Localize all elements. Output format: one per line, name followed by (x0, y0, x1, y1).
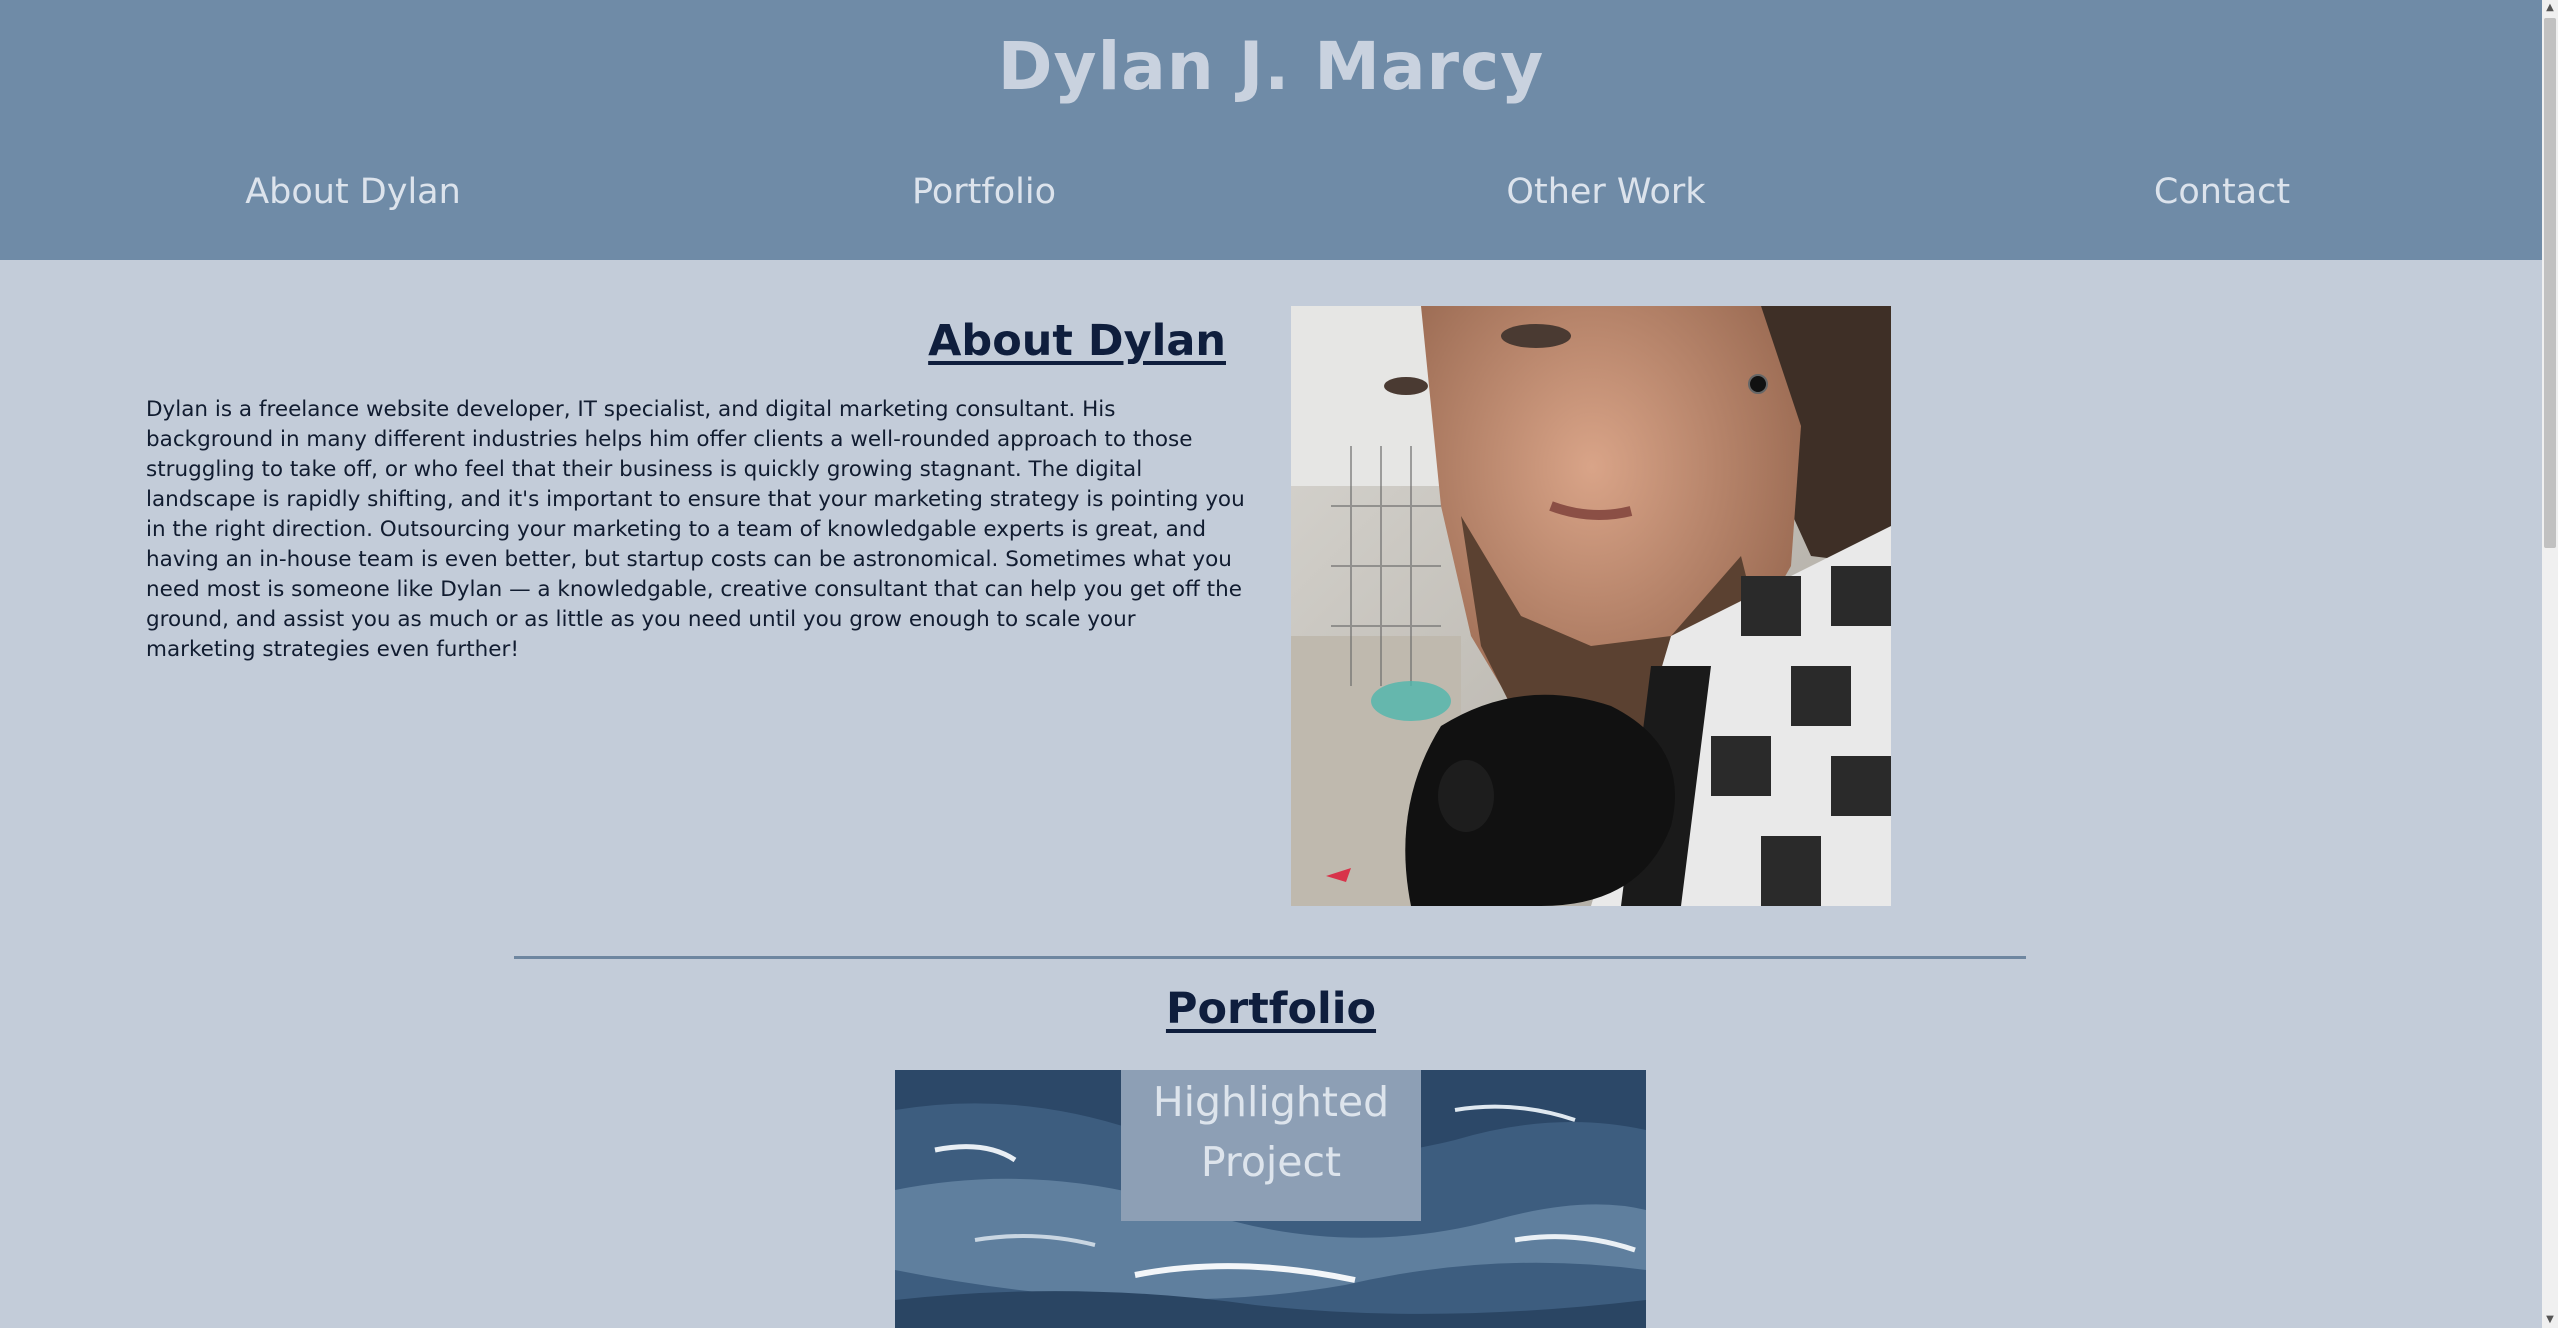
main-nav: About Dylan Portfolio Other Work Contact (0, 172, 2542, 228)
nav-about-dylan[interactable]: About Dylan (153, 172, 553, 212)
project-label-line1: Highlighted (1152, 1078, 1390, 1126)
highlighted-project-card[interactable]: Highlighted Project (895, 1070, 1646, 1328)
site-header: Dylan J. Marcy About Dylan Portfolio Oth… (0, 0, 2542, 260)
about-heading: About Dylan (928, 316, 1226, 366)
portrait-photo (1291, 306, 1891, 906)
highlighted-project-label: Highlighted Project (1121, 1070, 1421, 1221)
vertical-scrollbar[interactable]: ▲ ▼ (2542, 0, 2558, 1328)
section-divider (514, 956, 2026, 959)
scroll-down-arrow-icon[interactable]: ▼ (2542, 1312, 2558, 1328)
nav-other-work[interactable]: Other Work (1406, 172, 1806, 212)
portrait-illustration (1291, 306, 1891, 906)
page: Dylan J. Marcy About Dylan Portfolio Oth… (0, 0, 2542, 1328)
scroll-up-arrow-icon[interactable]: ▲ (2542, 0, 2558, 16)
nav-contact[interactable]: Contact (2022, 172, 2422, 212)
site-title[interactable]: Dylan J. Marcy (0, 28, 2542, 105)
portfolio-heading: Portfolio (1165, 984, 1377, 1034)
nav-portfolio[interactable]: Portfolio (784, 172, 1184, 212)
project-label-line2: Project (1200, 1138, 1342, 1186)
about-paragraph: Dylan is a freelance website developer, … (146, 397, 1245, 662)
scrollbar-thumb[interactable] (2544, 18, 2556, 548)
